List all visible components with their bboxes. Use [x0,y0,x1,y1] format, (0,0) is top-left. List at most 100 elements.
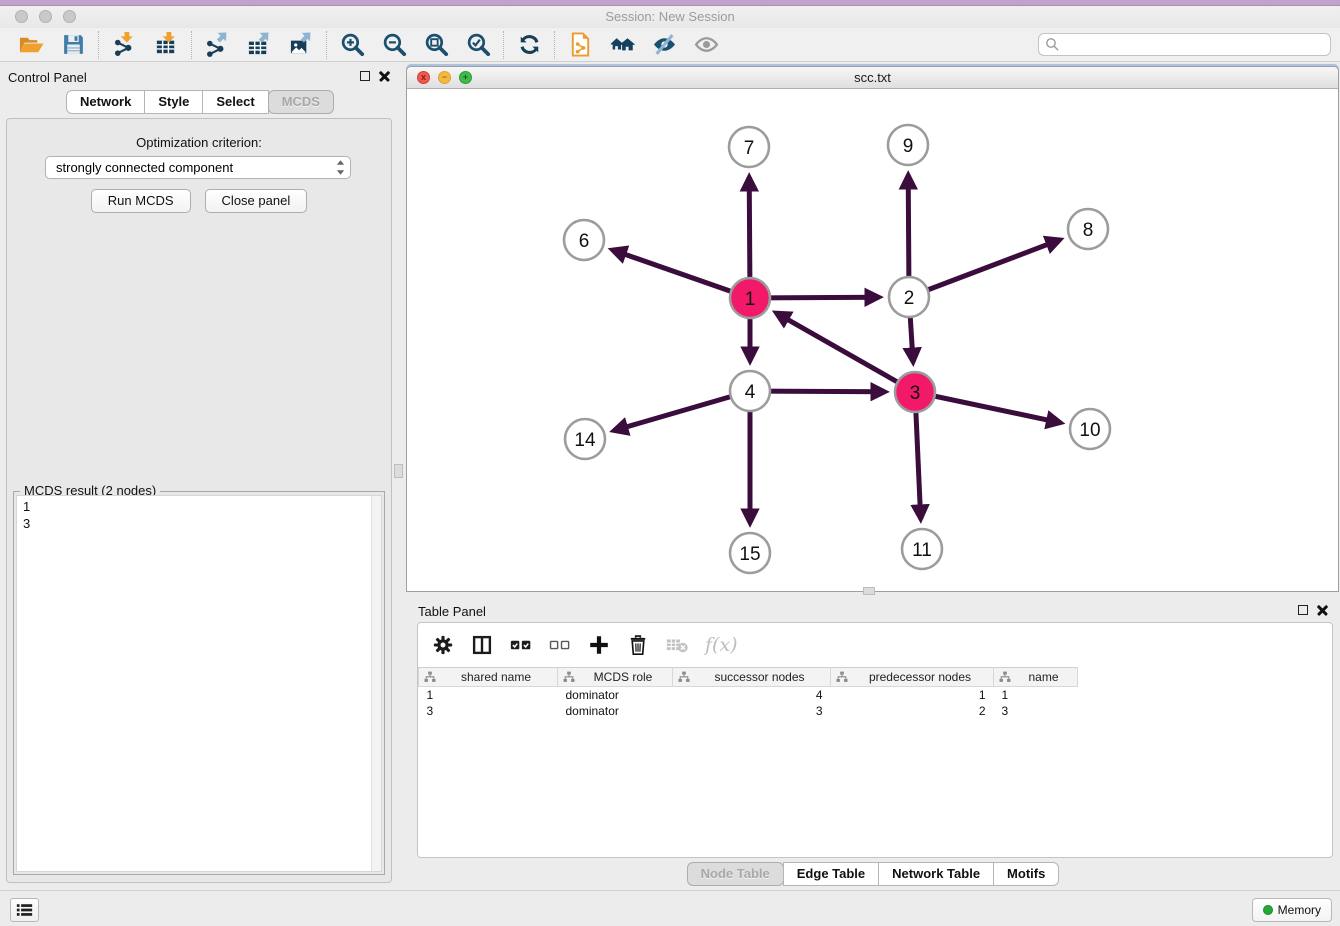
node-9[interactable]: 9 [888,125,928,165]
criterion-dropdown[interactable]: strongly connected component [45,156,351,179]
tab-select[interactable]: Select [202,90,268,114]
import-table-button[interactable] [150,31,182,59]
network-canvas[interactable]: 7 9 6 8 1 2 4 3 14 10 15 11 [407,89,1338,591]
close-table-panel-icon[interactable] [1317,604,1328,615]
close-panel-icon[interactable] [379,70,390,81]
export-image-button[interactable] [285,31,317,59]
toolbar-group [6,31,98,59]
save-session-button[interactable] [57,31,89,59]
export-table-button[interactable] [243,31,275,59]
apply-preferred-layout-icon [517,32,542,57]
hide-graphics-details-button[interactable] [648,31,680,59]
table-cell[interactable]: 4 [673,687,831,703]
show-graphics-details-button[interactable] [690,31,722,59]
run-mcds-button[interactable]: Run MCDS [91,189,191,213]
column-header-name[interactable]: name [994,668,1078,687]
control-panel: Control Panel NetworkStyleSelectMCDS Opt… [0,62,400,890]
float-panel-icon[interactable] [360,71,370,81]
horizontal-splitter-grip[interactable] [863,587,875,595]
table-cell[interactable]: 2 [831,703,994,719]
table-cell[interactable]: 3 [419,703,558,719]
node-14[interactable]: 14 [565,419,605,459]
svg-text:11: 11 [912,540,932,561]
export-to-web-button[interactable] [564,31,596,59]
add-column-button[interactable] [588,634,610,656]
column-header-shared-name[interactable]: shared name [419,668,558,687]
column-header-MCDS-role[interactable]: MCDS role [558,668,673,687]
status-bar: Memory [0,890,1340,926]
node-15[interactable]: 15 [730,533,770,573]
table-cell[interactable]: dominator [558,703,673,719]
search-input[interactable] [1060,35,1330,54]
delete-column-button[interactable] [627,634,649,656]
toolbar-group [99,31,191,59]
edge-3-1[interactable] [776,313,915,392]
home-icon [610,32,635,57]
window-title: Session: New Session [0,9,1340,24]
zoom-in-button[interactable] [336,31,368,59]
node-3[interactable]: 3 [895,372,935,412]
import-network-button[interactable] [108,31,140,59]
show-panels-button[interactable] [10,898,39,922]
table-cell[interactable]: 3 [673,703,831,719]
table-row[interactable]: 1dominator411 [419,687,1078,703]
toggle-columns-button[interactable] [471,634,493,656]
table-cell[interactable]: 1 [831,687,994,703]
node-8[interactable]: 8 [1068,209,1108,249]
open-session-button[interactable] [15,31,47,59]
table-cell[interactable]: 3 [994,703,1078,719]
network-window-titlebar[interactable]: x − + scc.txt [407,67,1338,89]
node-7[interactable]: 7 [729,127,769,167]
tab-network[interactable]: Network [66,90,145,114]
apply-preferred-layout-button[interactable] [513,31,545,59]
column-header-successor-nodes[interactable]: successor nodes [673,668,831,687]
table-cell[interactable]: 1 [419,687,558,703]
table-panel-title: Table Panel [418,604,486,619]
mcds-result-textarea[interactable]: 13 [16,495,382,872]
mcds-result-line: 1 [23,498,375,515]
svg-text:2: 2 [904,288,915,309]
node-10[interactable]: 10 [1070,409,1110,449]
toggle-columns-icon [471,634,493,656]
select-all-rows-button[interactable] [510,634,532,656]
zoom-out-button[interactable] [378,31,410,59]
zoom-fit-button[interactable] [420,31,452,59]
node-4[interactable]: 4 [730,371,770,411]
svg-text:4: 4 [745,382,756,403]
node-1[interactable]: 1 [730,278,770,318]
home-button[interactable] [606,31,638,59]
table-tab-node-table[interactable]: Node Table [687,862,784,886]
table-row[interactable]: 3dominator323 [419,703,1078,719]
table-tab-network-table[interactable]: Network Table [878,862,994,886]
column-header-predecessor-nodes[interactable]: predecessor nodes [831,668,994,687]
node-11[interactable]: 11 [902,529,942,569]
zoom-selected-button[interactable] [462,31,494,59]
add-column-icon [588,634,610,656]
edge-2-8[interactable] [909,240,1060,297]
edge-1-6[interactable] [612,250,750,298]
node-6[interactable]: 6 [564,220,604,260]
tab-mcds[interactable]: MCDS [268,90,334,114]
node-2[interactable]: 2 [889,277,929,317]
toolbar-group [555,31,731,59]
window-titlebar: Session: New Session [0,6,1340,28]
table-tab-edge-table[interactable]: Edge Table [783,862,879,886]
result-scrollbar[interactable] [371,496,381,871]
search-field[interactable] [1038,33,1331,56]
table-tab-motifs[interactable]: Motifs [993,862,1059,886]
memory-button[interactable]: Memory [1252,898,1332,922]
table-cell[interactable]: dominator [558,687,673,703]
export-network-button[interactable] [201,31,233,59]
deselect-all-rows-button[interactable] [549,634,571,656]
edge-3-10[interactable] [915,392,1061,423]
close-panel-button[interactable]: Close panel [205,189,308,213]
svg-text:15: 15 [739,544,760,565]
float-table-panel-icon[interactable] [1298,605,1308,615]
table-panel-header: Table Panel [406,596,1340,624]
vertical-splitter-grip[interactable] [394,464,403,478]
table-settings-gear-button[interactable] [432,634,454,656]
table-cell[interactable]: 1 [994,687,1078,703]
network-graph[interactable]: 7 9 6 8 1 2 4 3 14 10 15 11 [407,89,1338,591]
tab-style[interactable]: Style [144,90,203,114]
svg-text:6: 6 [579,231,590,252]
